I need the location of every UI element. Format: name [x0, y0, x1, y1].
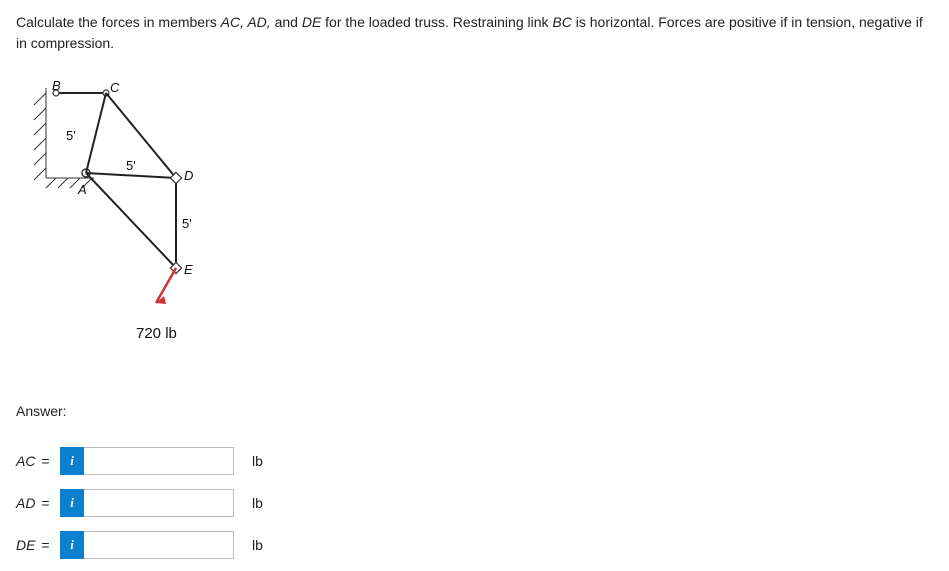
dim-ba: 5' [66, 128, 76, 143]
info-button-ad[interactable]: i [60, 489, 84, 517]
label-c: C [110, 80, 120, 95]
unit-de: lb [252, 537, 263, 553]
q-part1: Calculate the forces in members [16, 14, 221, 30]
q-part2: for the loaded truss. Restraining link [321, 14, 552, 30]
unit-ac: lb [252, 453, 263, 469]
info-button-ac[interactable]: i [60, 447, 84, 475]
answer-rows: AC = i lb AD = i lb DE = i lb [16, 447, 933, 559]
load-label: 720 lb [136, 325, 177, 342]
truss-figure: B C A D E 5' 5' 5' 720 lb [16, 78, 933, 371]
row-label-de: DE = [16, 537, 60, 553]
question-text: Calculate the forces in members AC, AD, … [16, 12, 933, 54]
q-em1: AC, AD, [221, 14, 271, 30]
row-ad: AD = i lb [16, 489, 933, 517]
row-de: DE = i lb [16, 531, 933, 559]
dim-de: 5' [182, 216, 192, 231]
answer-heading: Answer: [16, 403, 933, 419]
unit-ad: lb [252, 495, 263, 511]
input-ad[interactable] [84, 489, 234, 517]
info-button-de[interactable]: i [60, 531, 84, 559]
dim-ad: 5' [126, 158, 136, 173]
row-ac: AC = i lb [16, 447, 933, 475]
label-e: E [184, 262, 193, 277]
q-em2: DE [302, 14, 321, 30]
label-a: A [77, 182, 87, 197]
row-label-ac: AC = [16, 453, 60, 469]
label-b: B [52, 78, 61, 93]
label-d: D [184, 168, 193, 183]
input-ac[interactable] [84, 447, 234, 475]
q-mid: and [271, 14, 302, 30]
input-de[interactable] [84, 531, 234, 559]
q-em3: BC [552, 14, 571, 30]
row-label-ad: AD = [16, 495, 60, 511]
